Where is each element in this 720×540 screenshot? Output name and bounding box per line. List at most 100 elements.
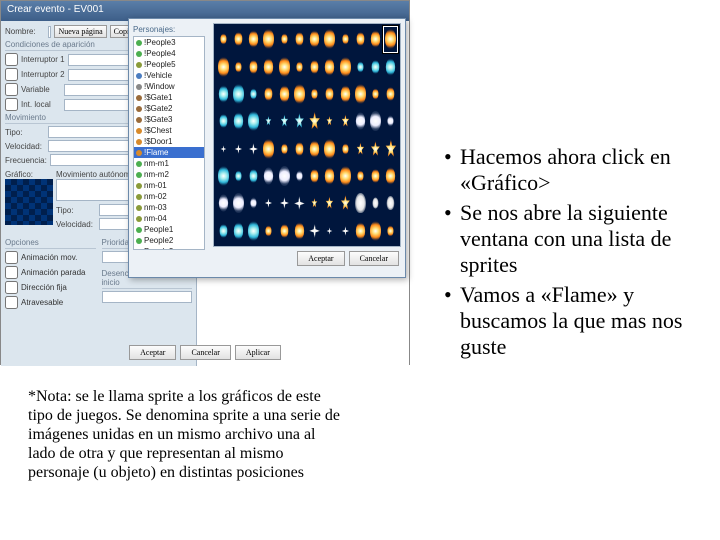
switch2-checkbox[interactable] — [5, 68, 18, 81]
sprite-cell[interactable] — [353, 53, 367, 79]
sprite-cell[interactable] — [292, 81, 306, 107]
sprite-list[interactable]: !People3!People4!People5!Vehicle!Window!… — [133, 36, 205, 250]
sprite-cell[interactable] — [216, 163, 230, 189]
sprite-list-item[interactable]: nm-02 — [134, 191, 204, 202]
sprite-list-item[interactable]: !Flame — [134, 147, 204, 158]
sprite-cell[interactable] — [384, 81, 398, 107]
sprite-cell[interactable] — [277, 136, 291, 162]
sprite-cell[interactable] — [292, 163, 306, 189]
sprite-list-item[interactable]: nm-04 — [134, 213, 204, 224]
sprite-cell[interactable] — [247, 218, 261, 244]
sprite-cell[interactable] — [353, 190, 367, 216]
sprite-list-item[interactable]: nm-01 — [134, 180, 204, 191]
sprite-cell[interactable] — [323, 81, 337, 107]
sprite-cell[interactable] — [216, 136, 230, 162]
sprite-list-item[interactable]: !$Door1 — [134, 136, 204, 147]
apply-button[interactable]: Aplicar — [235, 345, 281, 360]
sprite-cell[interactable] — [323, 190, 337, 216]
sprite-cell[interactable] — [262, 136, 276, 162]
sprite-cell[interactable] — [338, 163, 352, 189]
sprite-cell[interactable] — [231, 53, 245, 79]
sprite-cell[interactable] — [323, 163, 337, 189]
sprite-list-item[interactable]: People1 — [134, 224, 204, 235]
sprite-cell[interactable] — [308, 108, 322, 134]
sprite-cell[interactable] — [277, 108, 291, 134]
sprite-cell[interactable] — [262, 26, 276, 52]
sprite-cell[interactable] — [262, 53, 276, 79]
sprite-cell[interactable] — [308, 190, 322, 216]
sprite-cell[interactable] — [292, 26, 306, 52]
opt-fixed-dir[interactable] — [5, 281, 18, 294]
sprite-cell[interactable] — [384, 163, 398, 189]
name-input[interactable] — [48, 26, 51, 38]
variable-checkbox[interactable] — [5, 83, 18, 96]
sprite-list-item[interactable]: nm-m2 — [134, 169, 204, 180]
sprite-cell[interactable] — [292, 53, 306, 79]
sprite-cell[interactable] — [231, 108, 245, 134]
sprite-cell[interactable] — [353, 81, 367, 107]
accept-button[interactable]: Aceptar — [129, 345, 176, 360]
trigger-select[interactable] — [102, 291, 193, 303]
sprite-cell[interactable] — [308, 163, 322, 189]
sprite-cell[interactable] — [231, 81, 245, 107]
sprite-cell[interactable] — [277, 81, 291, 107]
localswitch-checkbox[interactable] — [5, 98, 18, 111]
sprite-cell[interactable] — [262, 163, 276, 189]
sprite-cell[interactable] — [369, 163, 383, 189]
sprite-list-item[interactable]: !Window — [134, 81, 204, 92]
sprite-list-item[interactable]: !$Gate1 — [134, 92, 204, 103]
sprite-cell[interactable] — [353, 136, 367, 162]
sprite-cell[interactable] — [247, 108, 261, 134]
opt-anim-stop[interactable] — [5, 266, 18, 279]
sprite-cell[interactable] — [369, 108, 383, 134]
new-page-button[interactable]: Nueva página — [54, 25, 106, 38]
sprite-list-item[interactable]: People3 — [134, 246, 204, 250]
sprite-cell[interactable] — [292, 218, 306, 244]
sprite-cell[interactable] — [338, 190, 352, 216]
sprite-cell[interactable] — [308, 218, 322, 244]
sprite-cell[interactable] — [338, 26, 352, 52]
sprite-cell[interactable] — [277, 163, 291, 189]
graphic-preview[interactable] — [5, 179, 53, 225]
sprite-cell[interactable] — [262, 81, 276, 107]
sprite-cell[interactable] — [231, 190, 245, 216]
sprite-cell[interactable] — [277, 53, 291, 79]
sprite-cell[interactable] — [353, 108, 367, 134]
sprite-list-item[interactable]: nm-m1 — [134, 158, 204, 169]
sprite-list-item[interactable]: !$Gate3 — [134, 114, 204, 125]
sprite-cell[interactable] — [216, 108, 230, 134]
sprite-cell[interactable] — [323, 218, 337, 244]
sprite-cell[interactable] — [353, 218, 367, 244]
sprite-cell[interactable] — [369, 53, 383, 79]
sprite-cell[interactable] — [323, 53, 337, 79]
sprite-cell[interactable] — [369, 81, 383, 107]
sprite-list-item[interactable]: !People4 — [134, 48, 204, 59]
sprite-cell[interactable] — [247, 53, 261, 79]
sprite-cell[interactable] — [216, 81, 230, 107]
opt-anim-move[interactable] — [5, 251, 18, 264]
sprite-cell[interactable] — [247, 81, 261, 107]
sprite-cell[interactable] — [308, 26, 322, 52]
sprite-cell[interactable] — [369, 190, 383, 216]
sprite-cell[interactable] — [323, 136, 337, 162]
sprite-cell[interactable] — [384, 53, 398, 79]
cancel-button[interactable]: Cancelar — [180, 345, 230, 360]
sprite-cell[interactable] — [323, 26, 337, 52]
sprite-cell[interactable] — [231, 26, 245, 52]
sprite-cell[interactable] — [231, 136, 245, 162]
sprite-cell[interactable] — [292, 108, 306, 134]
sprite-cell[interactable] — [384, 190, 398, 216]
sprite-cell[interactable] — [384, 108, 398, 134]
sprite-cell[interactable] — [231, 163, 245, 189]
modal-accept-button[interactable]: Aceptar — [297, 251, 344, 266]
sprite-cell[interactable] — [369, 218, 383, 244]
sprite-list-item[interactable]: !$Gate2 — [134, 103, 204, 114]
sprite-list-item[interactable]: !People3 — [134, 37, 204, 48]
sprite-cell[interactable] — [292, 136, 306, 162]
sprite-cell[interactable] — [369, 26, 383, 52]
sprite-sheet-grid[interactable] — [213, 23, 401, 247]
sprite-list-item[interactable]: nm-03 — [134, 202, 204, 213]
sprite-cell[interactable] — [277, 190, 291, 216]
sprite-cell[interactable] — [338, 53, 352, 79]
sprite-cell[interactable] — [216, 190, 230, 216]
